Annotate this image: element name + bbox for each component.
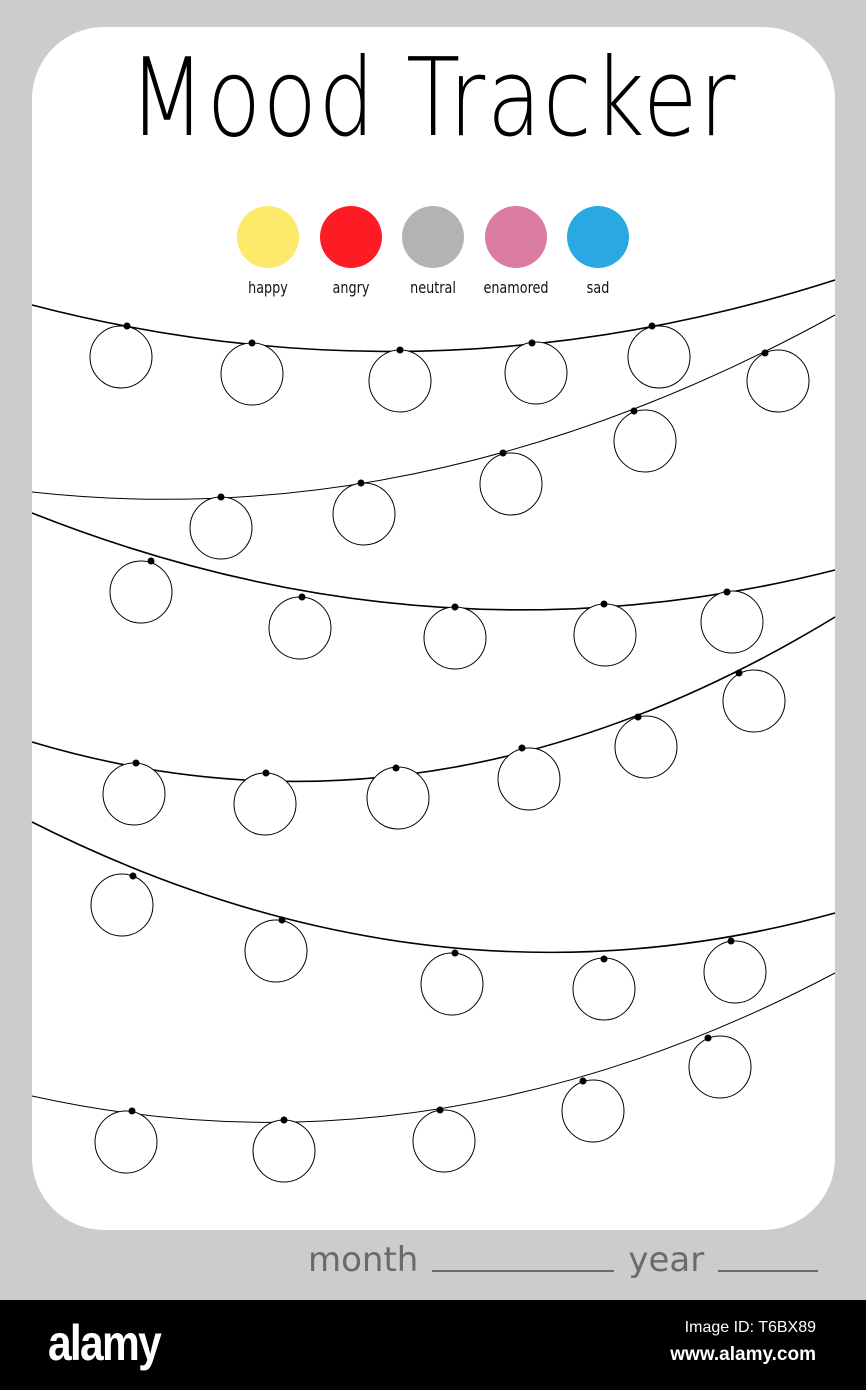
hanger-dot: [499, 449, 507, 457]
day-circle[interactable]: [332, 482, 396, 546]
legend-label-enamored: enamored: [483, 278, 549, 297]
day-circle[interactable]: [109, 560, 173, 624]
hanger-dot: [600, 955, 608, 963]
legend-label-happy: happy: [248, 278, 288, 297]
month-input-line[interactable]: [432, 1270, 615, 1272]
hanger-dot: [132, 759, 140, 767]
hanger-dot: [704, 1034, 712, 1042]
day-circle[interactable]: [573, 603, 637, 667]
hanger-dot: [248, 339, 256, 347]
day-circle[interactable]: [572, 957, 636, 1021]
hanger-dot: [579, 1077, 587, 1085]
hanger-dot: [396, 346, 404, 354]
hanger-dot: [723, 588, 731, 596]
hanger-dot: [518, 744, 526, 752]
day-circle[interactable]: [89, 325, 153, 389]
hanger-dot: [357, 479, 365, 487]
day-circle[interactable]: [90, 873, 154, 937]
day-circle[interactable]: [627, 325, 691, 389]
hanger-dot: [217, 493, 225, 501]
image-id: Image ID: T6BX89: [684, 1319, 816, 1336]
day-circle[interactable]: [561, 1079, 625, 1143]
legend-swatch-neutral: [402, 206, 464, 268]
hanger-dot: [280, 1116, 288, 1124]
year-label: year: [628, 1240, 705, 1280]
hanger-dot: [123, 322, 131, 330]
tracker-artwork: [31, 206, 836, 1183]
legend-swatch-enamored: [485, 206, 547, 268]
legend-swatch-sad: [567, 206, 629, 268]
day-circle[interactable]: [189, 496, 253, 560]
hanger-dot: [298, 593, 306, 601]
month-year-fields: month year: [308, 1240, 832, 1280]
day-circle[interactable]: [366, 766, 430, 830]
hanger-dot: [727, 937, 735, 945]
hanger-dot: [436, 1106, 444, 1114]
hanger-dot: [735, 669, 743, 677]
day-circle[interactable]: [220, 342, 284, 406]
day-circle[interactable]: [94, 1110, 158, 1174]
year-input-line[interactable]: [718, 1270, 819, 1272]
legend-label-sad: sad: [586, 278, 610, 297]
hanger-dot: [634, 713, 642, 721]
day-circle[interactable]: [700, 590, 764, 654]
garland-string: [31, 314, 836, 500]
day-circle[interactable]: [233, 772, 297, 836]
alamy-logo: alamy: [48, 1315, 162, 1371]
day-circle[interactable]: [423, 606, 487, 670]
hanger-dot: [648, 322, 656, 330]
day-circle[interactable]: [420, 952, 484, 1016]
hanger-dot: [129, 872, 137, 880]
hanger-dot: [761, 349, 769, 357]
day-circle[interactable]: [703, 940, 767, 1004]
day-circle[interactable]: [268, 596, 332, 660]
day-circle[interactable]: [368, 349, 432, 413]
legend-label-angry: angry: [332, 278, 370, 297]
day-circle[interactable]: [497, 747, 561, 811]
hanger-dot: [128, 1107, 136, 1115]
watermark-bar: alamy Image ID: T6BX89 www.alamy.com: [0, 1300, 866, 1390]
day-circle[interactable]: [479, 452, 543, 516]
day-circle[interactable]: [722, 669, 786, 733]
hanger-dot: [262, 769, 270, 777]
month-label: month: [308, 1240, 419, 1280]
day-circle[interactable]: [504, 341, 568, 405]
watermark-url: www.alamy.com: [670, 1344, 816, 1365]
day-circle[interactable]: [102, 762, 166, 826]
hanger-dot: [630, 407, 638, 415]
day-circle[interactable]: [412, 1109, 476, 1173]
day-circle[interactable]: [688, 1035, 752, 1099]
day-circle[interactable]: [613, 409, 677, 473]
hanger-dot: [451, 949, 459, 957]
day-circle[interactable]: [252, 1119, 316, 1183]
garland-string: [31, 821, 836, 954]
legend-swatch-angry: [320, 206, 382, 268]
hanger-dot: [451, 603, 459, 611]
hanger-dot: [147, 557, 155, 565]
day-circle[interactable]: [746, 349, 810, 413]
hanger-dot: [278, 916, 286, 924]
day-circle[interactable]: [614, 715, 678, 779]
day-circle[interactable]: [244, 919, 308, 983]
hanger-dot: [528, 339, 536, 347]
hanger-dot: [600, 600, 608, 608]
legend-label-neutral: neutral: [410, 278, 456, 297]
hanger-dot: [392, 764, 400, 772]
legend-swatch-happy: [237, 206, 299, 268]
